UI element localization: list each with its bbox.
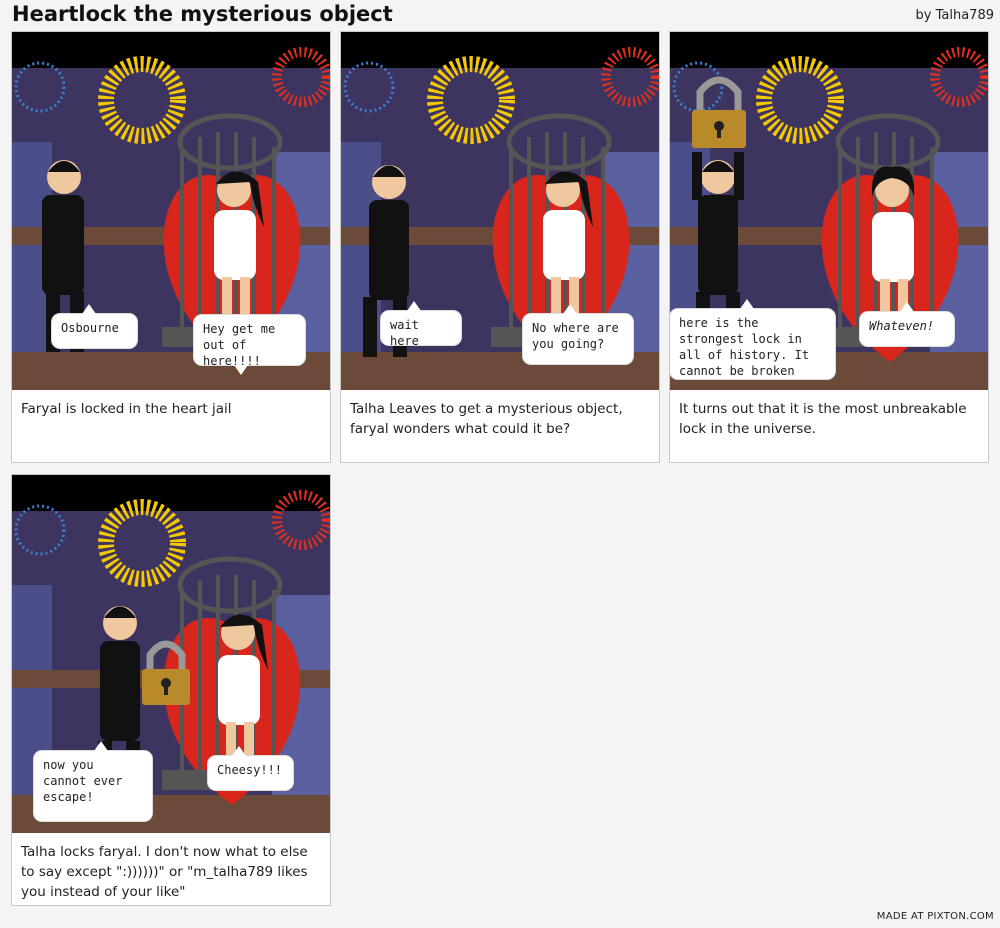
panel-scene-1: Osbourne Hey get me out of here!!!! [12,32,330,390]
panel-caption-1: Faryal is locked in the heart jail [21,401,232,417]
panel-caption-2: Talha Leaves to get a mysterious object,… [350,401,623,437]
speech-bubble-3b: Whateven! [860,302,954,346]
speech-text: wait here [390,318,419,348]
speech-bubble-2a: wait here [381,301,461,348]
bubble-tail [82,304,96,314]
comic-panel-1: Osbourne Hey get me out of here!!!! Fary… [11,31,331,463]
speech-bubble-3a: here is the strongest lock in all of his… [670,299,835,379]
speech-bubble-4b: Cheesy!!! [208,746,293,790]
bubble-tail [234,365,248,375]
bubble-tail [232,746,246,756]
panel-scene-4: now you cannot ever escape! Cheesy!!! [12,475,330,833]
panel-scene-2: wait here No where are you going? [341,32,659,390]
bubble-tail [94,741,108,751]
comic-author[interactable]: by Talha789 [916,8,994,23]
speech-text: Whateven! [869,319,935,333]
footer-credit[interactable]: MADE AT PIXTON.COM [877,911,994,922]
bubble-tail [563,304,577,314]
speech-text: Cheesy!!! [217,763,283,777]
bubble-tail [407,301,421,311]
bubble-tail [740,299,754,309]
speech-text: here is the strongest lock in all of his… [679,316,810,378]
speech-bubble-2b: No where are you going? [523,304,633,364]
panel-scene-3: here is the strongest lock in all of his… [670,32,988,390]
speech-text: Hey get me out of here!!!! [203,322,276,368]
comic-panel-4: now you cannot ever escape! Cheesy!!! Ta… [11,474,331,906]
comic-title: Heartlock the mysterious object [12,2,393,26]
bubble-tail [900,302,914,312]
panel-caption-4: Talha locks faryal. I don't now what to … [21,844,308,900]
speech-bubble-1a: Osbourne [52,304,137,348]
comic-panel-2: wait here No where are you going? Talha … [340,31,660,463]
speech-bubble-4a: now you cannot ever escape! [34,741,152,821]
speech-text: Osbourne [61,321,119,335]
speech-bubble-1b: Hey get me out of here!!!! [194,315,305,375]
comic-panel-3: here is the strongest lock in all of his… [669,31,989,463]
speech-text: now you cannot ever escape! [43,758,123,804]
speech-text: No where are you going? [532,321,619,351]
panel-caption-3: It turns out that it is the most unbreak… [679,401,967,437]
